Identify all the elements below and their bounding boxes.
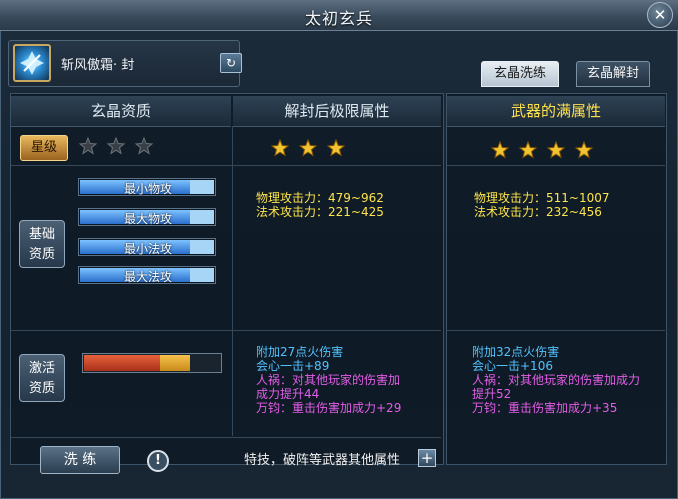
- unseal-fire-damage: 附加27点火伤害: [256, 345, 344, 359]
- aptitude-bar-max-magic: 最大法攻: [78, 266, 216, 284]
- aptitude-bar-max-phys: 最大物攻: [78, 208, 216, 226]
- activation-label-line2: 资质: [28, 381, 55, 396]
- full-magic-attack: 法术攻击力：232~456: [474, 205, 602, 219]
- aptitude-bar-label: 最大物攻: [123, 212, 172, 226]
- tab-crystal-wash[interactable]: 玄晶洗练: [481, 61, 559, 87]
- weapon-slot: 斩风傲霜· 封 ↻: [8, 40, 242, 87]
- unseal-bane-line2: 成力提升44: [256, 387, 320, 401]
- crystal-sword-icon[interactable]: [13, 44, 51, 82]
- window-title: 太初玄兵: [304, 9, 373, 28]
- weapon-name: 斩风傲霜· 封: [61, 58, 135, 73]
- aptitude-bar-label: 最小法攻: [123, 242, 172, 256]
- activation-bar-orange-fill: [160, 355, 190, 371]
- activation-aptitude-button[interactable]: 激活 资质: [19, 354, 65, 402]
- full-wanjun: 万钧：重击伤害加成力+35: [472, 401, 618, 415]
- row-divider: [447, 330, 665, 331]
- basic-aptitude-label-line1: 基础: [28, 227, 55, 242]
- refresh-icon[interactable]: ↻: [220, 53, 242, 73]
- plus-icon[interactable]: +: [418, 449, 436, 467]
- row-divider: [11, 437, 441, 438]
- aptitude-bar-min-phys: 最小物攻: [78, 178, 216, 196]
- wash-button[interactable]: 洗 练: [40, 446, 120, 474]
- aptitude-bar-min-magic: 最小法攻: [78, 238, 216, 256]
- full-bane-line2: 提升52: [472, 387, 512, 401]
- full-fire-damage: 附加32点火伤害: [472, 345, 560, 359]
- unseal-wanjun: 万钧：重击伤害加成力+29: [256, 401, 402, 415]
- empty-star-icon: [106, 136, 126, 155]
- activation-bar: [82, 353, 222, 373]
- close-icon[interactable]: ✕: [647, 2, 673, 28]
- column-header-unseal-limit: 解封后极限属性: [233, 96, 441, 127]
- column-header-full-attrs: 武器的满属性: [447, 96, 665, 127]
- column-header-aptitude: 玄晶资质: [11, 96, 231, 127]
- full-phys-attack: 物理攻击力：511~1007: [474, 191, 610, 205]
- full-bane-line1: 人祸：对其他玩家的伤害加成力: [472, 373, 641, 387]
- empty-star-icon: [134, 136, 154, 155]
- info-icon[interactable]: !: [147, 450, 169, 472]
- gold-star-icon: [298, 138, 318, 157]
- aptitude-bar-label: 最小物攻: [123, 182, 172, 196]
- activation-label-line1: 激活: [28, 361, 55, 376]
- gold-star-icon: [574, 140, 594, 159]
- gold-star-icon: [518, 140, 538, 159]
- column-divider: [232, 126, 233, 436]
- full-critical: 会心一击+106: [472, 359, 553, 373]
- unseal-critical: 会心一击+89: [256, 359, 330, 373]
- special-attributes-text: 特技，破阵等武器其他属性: [244, 453, 401, 468]
- aptitude-bar-label: 最大法攻: [123, 270, 172, 284]
- unseal-phys-attack: 物理攻击力：479~962: [256, 191, 384, 205]
- unseal-magic-attack: 法术攻击力：221~425: [256, 205, 384, 219]
- title-bar: 太初玄兵: [0, 0, 678, 31]
- gold-star-icon: [490, 140, 510, 159]
- empty-star-icon: [78, 136, 98, 155]
- star-level-badge: 星级: [20, 135, 68, 161]
- row-divider: [11, 165, 441, 166]
- basic-aptitude-label-line2: 资质: [28, 247, 55, 262]
- unseal-bane-line1: 人祸：对其他玩家的伤害加: [256, 373, 401, 387]
- activation-bar-red-fill: [84, 355, 160, 371]
- gold-star-icon: [326, 138, 346, 157]
- row-divider: [447, 165, 665, 166]
- tab-crystal-unseal[interactable]: 玄晶解封: [576, 61, 650, 87]
- gold-star-icon: [546, 140, 566, 159]
- row-divider: [11, 330, 441, 331]
- gold-star-icon: [270, 138, 290, 157]
- basic-aptitude-button[interactable]: 基础 资质: [19, 220, 65, 268]
